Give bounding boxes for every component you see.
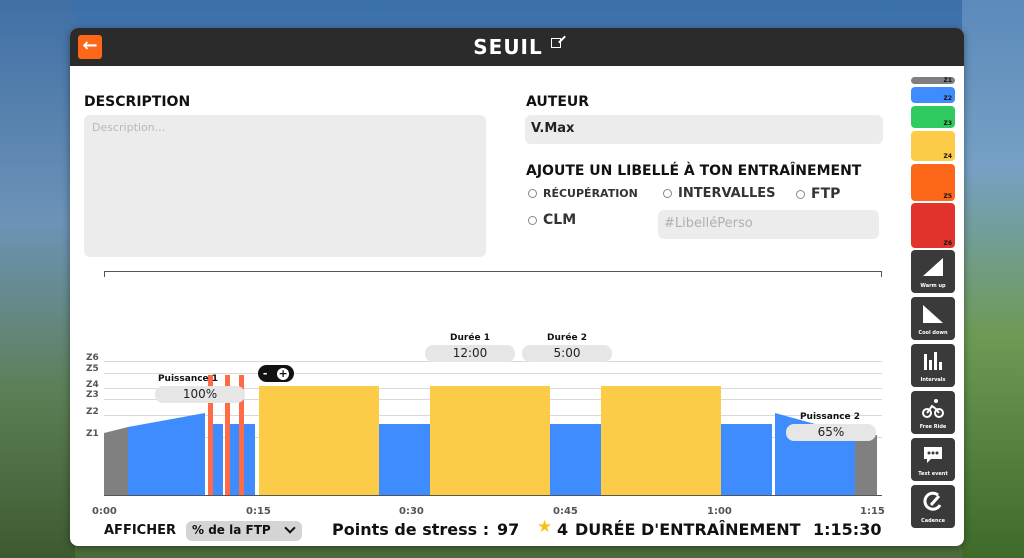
intervals-icon — [924, 352, 942, 370]
puissance-1-label: Puissance 1 — [157, 374, 219, 384]
tag-radio-ftp[interactable]: FTP — [796, 186, 840, 202]
title-bar: ← SEUIL — [70, 28, 964, 66]
puissance-1-value[interactable]: 100% — [155, 386, 245, 403]
cooldown-end[interactable] — [855, 435, 877, 495]
warmup-icon — [923, 258, 943, 276]
duree-2-value[interactable]: 5:00 — [522, 345, 612, 362]
bike-icon — [922, 399, 944, 418]
zone-label-z4: Z4 — [86, 380, 99, 390]
zone-button-z5[interactable]: Z5 — [911, 164, 955, 201]
duration-label: DURÉE D'ENTRAÎNEMENT — [575, 520, 801, 539]
zone-button-z2[interactable]: Z2 — [911, 87, 955, 103]
warmup-tool[interactable]: Warm up — [911, 250, 955, 293]
tag-radio-intervalles[interactable]: INTERVALLES — [663, 186, 776, 201]
tag-radio-clm[interactable]: CLM — [528, 212, 576, 228]
interval-recovery[interactable] — [230, 424, 239, 495]
right-toolbar: Z1 Z2 Z3 Z4 Z5 Z6 Warm up Cool down Inte… — [908, 76, 958, 546]
dropdown-value: % de la FTP — [192, 523, 271, 537]
background-left — [0, 0, 75, 558]
tick-label: 0:30 — [399, 506, 424, 517]
recovery-block-1[interactable] — [379, 424, 430, 495]
workout-title-text: SEUIL — [473, 35, 543, 59]
show-label: AFFICHER — [104, 523, 176, 538]
star-value: 4 — [557, 520, 569, 539]
edit-icon[interactable] — [550, 38, 561, 48]
tick-label: 0:00 — [92, 506, 117, 517]
plus-button[interactable]: + — [277, 367, 290, 380]
zone-label-z2: Z2 — [86, 407, 99, 417]
zone-button-z1[interactable]: Z1 — [911, 77, 955, 84]
zone-label-z6: Z6 — [86, 353, 99, 363]
cooldown-tool[interactable]: Cool down — [911, 297, 955, 340]
description-label: DESCRIPTION — [84, 94, 191, 110]
radio-circle — [796, 189, 805, 199]
tick-label: 0:45 — [553, 506, 578, 517]
zone-label-z5: Z5 — [86, 364, 99, 374]
workout-editor-panel: ← SEUIL DESCRIPTION Description... AUTEU… — [70, 28, 964, 546]
minus-button[interactable]: - — [263, 367, 268, 380]
puissance-2-value[interactable]: 65% — [786, 424, 876, 441]
threshold-block-1[interactable] — [259, 386, 379, 495]
background-right — [962, 0, 1024, 558]
free-ride-tool[interactable]: Free Ride — [911, 391, 955, 434]
radio-circle — [528, 215, 537, 225]
chevron-down-icon — [284, 522, 296, 534]
custom-tag-input[interactable]: #LibelléPerso — [658, 210, 879, 239]
recovery-block-2[interactable] — [550, 424, 601, 495]
star-icon: ★ — [537, 517, 553, 537]
tick-label: 1:15 — [860, 506, 885, 517]
duration-value: 1:15:30 — [813, 520, 882, 539]
recovery-block-3[interactable] — [721, 424, 772, 495]
zone-button-z4[interactable]: Z4 — [911, 131, 955, 161]
x-axis — [104, 495, 882, 496]
display-mode-dropdown[interactable]: % de la FTP — [186, 521, 302, 541]
tags-label: AJOUTE UN LIBELLÉ À TON ENTRAÎNEMENT — [526, 163, 862, 179]
text-event-tool[interactable]: Text event — [911, 438, 955, 481]
duree-2-label: Durée 2 — [547, 333, 587, 343]
radio-circle — [663, 189, 672, 198]
intervals-tool[interactable]: Intervals — [911, 344, 955, 387]
radio-circle — [528, 189, 537, 198]
description-input[interactable]: Description... — [84, 115, 486, 257]
author-input[interactable]: V.Max — [525, 115, 883, 144]
duration-stepper[interactable]: - + — [258, 365, 294, 382]
warmup-start-ramp[interactable] — [104, 413, 128, 495]
cadence-tool[interactable]: Cadence — [911, 485, 955, 528]
section-divider — [104, 271, 882, 277]
cooldown-icon — [923, 305, 943, 323]
chat-icon — [924, 447, 942, 463]
zone-label-z1: Z1 — [86, 429, 99, 439]
interval-recovery[interactable] — [213, 424, 223, 495]
zone-label-z3: Z3 — [86, 390, 99, 400]
duree-1-label: Durée 1 — [450, 333, 490, 343]
tick-label: 1:00 — [707, 506, 732, 517]
puissance-2-label: Puissance 2 — [799, 412, 861, 422]
workout-title: SEUIL — [70, 35, 964, 59]
interval-recovery[interactable] — [244, 424, 255, 495]
stress-points-value: 97 — [497, 520, 520, 539]
warmup-ramp[interactable] — [128, 413, 205, 495]
tick-label: 0:15 — [246, 506, 271, 517]
stress-points-label: Points de stress : — [332, 520, 490, 539]
zone-button-z3[interactable]: Z3 — [911, 106, 955, 128]
cadence-icon — [923, 491, 942, 511]
duree-1-value[interactable]: 12:00 — [425, 345, 515, 362]
tag-radio-recuperation[interactable]: RÉCUPÉRATION — [528, 187, 638, 200]
author-label: AUTEUR — [526, 94, 590, 110]
threshold-block-2[interactable] — [430, 386, 550, 495]
zone-button-z6[interactable]: Z6 — [911, 203, 955, 248]
threshold-block-3[interactable] — [601, 386, 721, 495]
